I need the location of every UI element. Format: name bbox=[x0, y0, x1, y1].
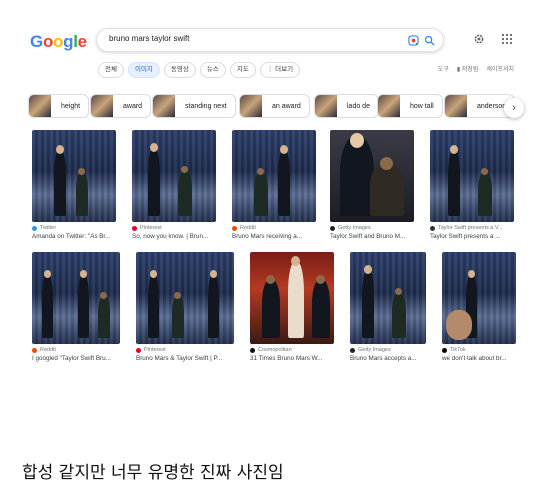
getty-images-icon bbox=[350, 347, 355, 353]
search-icon[interactable] bbox=[424, 35, 435, 46]
image-result[interactable]: Reddit I googled "Taylor Swift Bru... bbox=[32, 252, 120, 362]
result-image bbox=[132, 130, 216, 222]
image-result[interactable]: Getty Images Bruno Mars accepts a... bbox=[350, 252, 426, 362]
image-result[interactable]: Pinterest So, now you know. | Brun... bbox=[132, 130, 216, 240]
result-title[interactable]: 31 Times Bruno Mars W... bbox=[250, 355, 334, 362]
chip-thumbnail bbox=[29, 95, 51, 117]
apps-grid-icon[interactable] bbox=[501, 33, 513, 45]
image-result[interactable]: Reddit Bruno Mars receiving a... bbox=[232, 130, 316, 240]
result-source: Getty Images bbox=[350, 347, 426, 353]
related-search-chips: height award standing next an award lado… bbox=[28, 94, 524, 120]
result-image bbox=[350, 252, 426, 344]
result-title[interactable]: Bruno Mars & Taylor Swift | P... bbox=[136, 355, 234, 362]
bookmark-icon: ▮ bbox=[456, 67, 461, 73]
tiktok-icon bbox=[442, 347, 447, 353]
tab-videos[interactable]: 동영상 bbox=[163, 62, 196, 78]
result-image bbox=[442, 252, 516, 344]
chip-height[interactable]: height bbox=[28, 94, 90, 118]
twitter-icon bbox=[32, 225, 37, 231]
tab-images[interactable]: 이미지 bbox=[127, 62, 160, 78]
result-source: Getty Images bbox=[330, 225, 414, 231]
result-title[interactable]: So, now you know. | Brun... bbox=[132, 233, 216, 240]
safesearch-button[interactable]: 세이프서치 bbox=[486, 64, 514, 73]
pinterest-icon bbox=[132, 225, 137, 231]
chip-how-tall[interactable]: how tall bbox=[377, 94, 443, 118]
result-image bbox=[250, 252, 334, 344]
result-source: Taylor Swift presents a V... bbox=[430, 225, 514, 231]
result-title[interactable]: Amanda on Twitter: "As Br... bbox=[32, 233, 116, 240]
result-source: TikTok bbox=[442, 347, 516, 353]
tab-news[interactable]: 뉴스 bbox=[199, 62, 226, 78]
image-result[interactable]: TikTok we don't talk about br... bbox=[442, 252, 516, 362]
pinterest-icon bbox=[136, 347, 141, 353]
result-source: Reddit bbox=[32, 347, 120, 353]
google-image-search-screenshot: Google bruno mars taylor swift 전체 이미지 동영… bbox=[18, 18, 524, 380]
toolbar-right: 도구 ▮ 저장됨 세이프서치 bbox=[438, 64, 514, 73]
tools-button[interactable]: 도구 bbox=[438, 64, 449, 73]
chip-an-award[interactable]: an award bbox=[239, 94, 310, 118]
result-source: Pinterest bbox=[136, 347, 234, 353]
image-result[interactable]: Getty Images Taylor Swift and Bruno M... bbox=[330, 130, 414, 240]
image-result[interactable]: Twitter Amanda on Twitter: "As Br... bbox=[32, 130, 116, 240]
image-result[interactable]: Pinterest Bruno Mars & Taylor Swift | P.… bbox=[136, 252, 234, 362]
result-image bbox=[330, 130, 414, 222]
search-tabs: 전체 이미지 동영상 뉴스 지도 ⋮ 더보기 bbox=[98, 62, 301, 78]
result-image bbox=[430, 130, 514, 222]
result-title[interactable]: Bruno Mars accepts a... bbox=[350, 355, 426, 362]
chip-standing-next[interactable]: standing next bbox=[152, 94, 236, 118]
tab-all[interactable]: 전체 bbox=[98, 62, 124, 78]
chip-thumbnail bbox=[240, 95, 262, 117]
image-result[interactable]: Cosmopolitan 31 Times Bruno Mars W... bbox=[250, 252, 334, 362]
chip-thumbnail bbox=[378, 95, 400, 117]
result-image bbox=[232, 130, 316, 222]
result-source: Reddit bbox=[232, 225, 316, 231]
getty-images-icon bbox=[330, 225, 335, 231]
result-image bbox=[32, 252, 120, 344]
chip-thumbnail bbox=[315, 95, 337, 117]
result-image bbox=[136, 252, 234, 344]
chip-thumbnail bbox=[91, 95, 113, 117]
chevron-right-icon[interactable]: › bbox=[504, 98, 524, 118]
image-result[interactable]: Taylor Swift presents a V... Taylor Swif… bbox=[430, 130, 514, 240]
result-title[interactable]: Taylor Swift and Bruno M... bbox=[330, 233, 414, 240]
saved-button[interactable]: ▮ 저장됨 bbox=[457, 64, 479, 73]
search-query-text: bruno mars taylor swift bbox=[109, 34, 190, 43]
cosmopolitan-icon bbox=[250, 347, 255, 353]
chip-lado-de[interactable]: lado de bbox=[314, 94, 379, 118]
search-input[interactable]: bruno mars taylor swift bbox=[96, 28, 444, 52]
chip-thumbnail bbox=[445, 95, 467, 117]
result-image bbox=[32, 130, 116, 222]
result-title[interactable]: Taylor Swift presents a ... bbox=[430, 233, 514, 240]
result-source: Pinterest bbox=[132, 225, 216, 231]
result-title[interactable]: I googled "Taylor Swift Bru... bbox=[32, 355, 120, 362]
result-source: Cosmopolitan bbox=[250, 347, 334, 353]
google-lens-icon[interactable] bbox=[408, 35, 419, 46]
result-title[interactable]: Bruno Mars receiving a... bbox=[232, 233, 316, 240]
reddit-icon bbox=[32, 347, 37, 353]
post-caption: 합성 같지만 너무 유명한 진짜 사진임 bbox=[22, 463, 284, 483]
chip-award[interactable]: award bbox=[90, 94, 152, 118]
site-icon bbox=[430, 225, 435, 231]
reddit-icon bbox=[232, 225, 237, 231]
gear-icon[interactable] bbox=[473, 33, 485, 45]
result-source: Twitter bbox=[32, 225, 116, 231]
google-logo[interactable]: Google bbox=[30, 32, 87, 52]
tab-more[interactable]: ⋮ 더보기 bbox=[259, 62, 301, 78]
chip-thumbnail bbox=[153, 95, 175, 117]
tab-maps[interactable]: 지도 bbox=[229, 62, 256, 78]
result-title[interactable]: we don't talk about br... bbox=[442, 355, 516, 362]
